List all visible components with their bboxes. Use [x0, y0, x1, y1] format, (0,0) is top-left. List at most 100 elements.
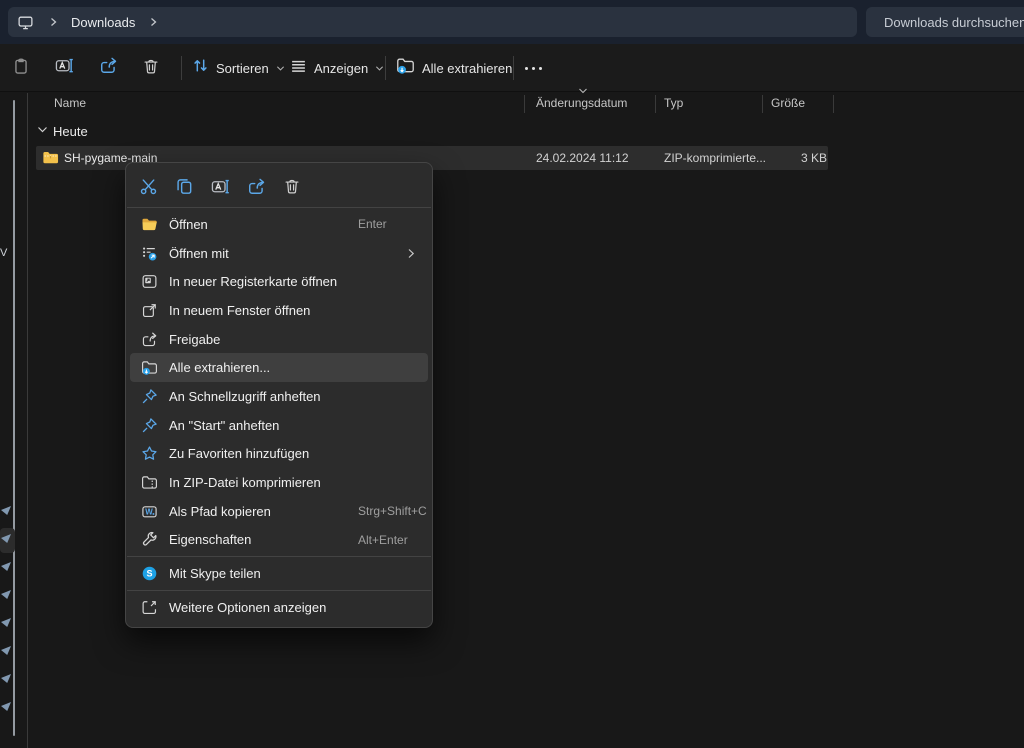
- column-header-size[interactable]: Größe: [771, 96, 805, 110]
- file-modified: 24.02.2024 11:12: [536, 151, 629, 165]
- column-separator: [524, 95, 525, 113]
- submenu-chevron-icon: [407, 248, 415, 259]
- rename-button[interactable]: [47, 51, 81, 85]
- rename-icon: [55, 56, 74, 80]
- svg-text:W: W: [145, 507, 153, 516]
- menu-item-label: Zu Favoriten hinzufügen: [169, 446, 309, 461]
- show-more-options-icon: [141, 599, 158, 616]
- see-more-button[interactable]: [516, 51, 550, 85]
- menu-item-label: In neuem Fenster öffnen: [169, 303, 310, 318]
- column-header-type[interactable]: Typ: [664, 96, 683, 110]
- menu-item-pfad-kopieren[interactable]: W Als Pfad kopieren Strg+Shift+C: [130, 497, 428, 526]
- extract-all-label: Alle extrahieren: [422, 61, 512, 76]
- menu-item-shortcut: Alt+Enter: [358, 533, 408, 547]
- nav-folder-icon[interactable]: [1, 562, 11, 571]
- menu-item-label: Als Pfad kopieren: [169, 504, 271, 519]
- menu-separator: [127, 207, 431, 208]
- menu-item-eigenschaften[interactable]: Eigenschaften Alt+Enter: [130, 526, 428, 555]
- group-collapse-chevron-icon[interactable]: [37, 126, 48, 134]
- nav-folder-icon[interactable]: [1, 646, 11, 655]
- nav-item-label-fragment: V: [0, 247, 7, 259]
- new-tab-icon: [141, 273, 158, 290]
- menu-item-weitere-optionen[interactable]: Weitere Optionen anzeigen: [130, 593, 428, 622]
- menu-item-freigabe[interactable]: Freigabe: [130, 325, 428, 354]
- column-header-modified[interactable]: Änderungsdatum: [536, 96, 627, 110]
- delete-button[interactable]: [278, 172, 306, 200]
- file-explorer-window: Downloads Downloads durchsuchen: [0, 0, 1024, 748]
- view-button[interactable]: Anzeigen: [286, 51, 388, 85]
- menu-item-skype-teilen[interactable]: S Mit Skype teilen: [130, 559, 428, 588]
- share-button[interactable]: [91, 51, 125, 85]
- svg-text:S: S: [146, 569, 152, 579]
- file-size: 3 KB: [745, 151, 827, 165]
- nav-folder-icon[interactable]: [1, 618, 11, 627]
- chevron-down-icon: [375, 59, 384, 77]
- menu-item-neues-fenster[interactable]: In neuem Fenster öffnen: [130, 296, 428, 325]
- toolbar-divider: [513, 56, 514, 80]
- quick-actions-row: [126, 167, 432, 205]
- monitor-icon[interactable]: [17, 14, 34, 31]
- context-menu: Öffnen Enter Öffnen mit In neuer Registe…: [125, 162, 433, 628]
- view-label: Anzeigen: [314, 61, 368, 76]
- nav-pane-scrollbar[interactable]: [13, 100, 15, 736]
- paste-icon: [12, 57, 30, 80]
- nav-folder-icon[interactable]: [1, 506, 11, 515]
- chevron-right-icon: [49, 17, 58, 27]
- nav-folder-icon[interactable]: [1, 674, 11, 683]
- menu-item-label: Weitere Optionen anzeigen: [169, 600, 326, 615]
- zip-folder-icon: [42, 149, 59, 166]
- view-list-icon: [290, 57, 307, 79]
- delete-button[interactable]: [134, 51, 168, 85]
- wrench-icon: [141, 531, 158, 548]
- extract-all-icon: [141, 359, 158, 376]
- nav-folder-icon[interactable]: [1, 590, 11, 599]
- toolbar-divider: [385, 56, 386, 80]
- column-separator: [833, 95, 834, 113]
- column-separator: [762, 95, 763, 113]
- rename-button[interactable]: [206, 172, 234, 200]
- column-header-name[interactable]: Name: [54, 96, 86, 110]
- menu-separator: [127, 556, 431, 557]
- share-button[interactable]: [242, 172, 270, 200]
- titlebar: Downloads Downloads durchsuchen: [0, 0, 1024, 44]
- folder-open-icon: [141, 216, 158, 233]
- menu-item-oeffnen-mit[interactable]: Öffnen mit: [130, 239, 428, 268]
- trash-icon: [142, 57, 160, 80]
- copy-button[interactable]: [170, 172, 198, 200]
- sort-direction-icon: [578, 88, 588, 94]
- nav-folder-icon[interactable]: [1, 702, 11, 711]
- command-toolbar: Sortieren Anzeigen Alle extrahieren: [0, 44, 1024, 92]
- star-icon: [141, 445, 158, 462]
- menu-separator: [127, 590, 431, 591]
- menu-item-shortcut: Strg+Shift+C: [358, 504, 427, 518]
- cut-button[interactable]: [134, 172, 162, 200]
- nav-pane-divider: [27, 93, 28, 748]
- search-input[interactable]: Downloads durchsuchen: [866, 7, 1024, 37]
- menu-item-label: An Schnellzugriff anheften: [169, 389, 321, 404]
- menu-item-oeffnen[interactable]: Öffnen Enter: [130, 210, 428, 239]
- menu-item-label: Eigenschaften: [169, 532, 251, 547]
- extract-all-button[interactable]: Alle extrahieren: [392, 51, 516, 85]
- pin-icon: [141, 417, 158, 434]
- group-label[interactable]: Heute: [53, 124, 88, 139]
- menu-item-label: In ZIP-Datei komprimieren: [169, 475, 321, 490]
- menu-item-favoriten-hinzufuegen[interactable]: Zu Favoriten hinzufügen: [130, 440, 428, 469]
- new-window-icon: [141, 302, 158, 319]
- column-separator: [655, 95, 656, 113]
- chevron-down-icon: [276, 59, 285, 77]
- menu-item-schnellzugriff-anheften[interactable]: An Schnellzugriff anheften: [130, 382, 428, 411]
- menu-item-zip-komprimieren[interactable]: In ZIP-Datei komprimieren: [130, 468, 428, 497]
- share-icon: [99, 56, 118, 80]
- breadcrumb-downloads[interactable]: Downloads: [71, 15, 135, 30]
- paste-button[interactable]: [4, 51, 38, 85]
- menu-item-start-anheften[interactable]: An "Start" anheften: [130, 411, 428, 440]
- menu-item-alle-extrahieren[interactable]: Alle extrahieren...: [130, 353, 428, 382]
- chevron-right-icon[interactable]: [149, 17, 158, 27]
- address-bar[interactable]: Downloads: [8, 7, 857, 37]
- menu-item-label: Mit Skype teilen: [169, 566, 261, 581]
- menu-item-label: An "Start" anheften: [169, 418, 279, 433]
- sort-button[interactable]: Sortieren: [188, 51, 289, 85]
- menu-item-neue-registerkarte[interactable]: In neuer Registerkarte öffnen: [130, 267, 428, 296]
- skype-icon: S: [141, 565, 158, 582]
- search-placeholder: Downloads durchsuchen: [884, 15, 1024, 30]
